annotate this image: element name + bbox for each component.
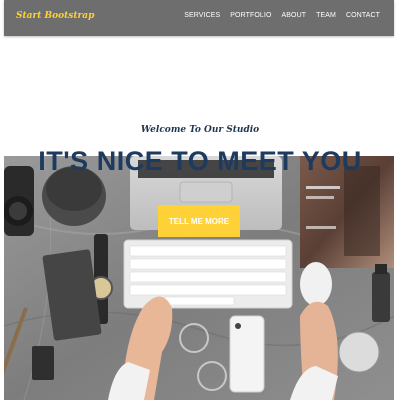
navbar: Start Bootstrap SERVICES PORTFOLIO ABOUT… xyxy=(4,0,394,36)
hero-subheading: Welcome To Our Studio xyxy=(140,125,260,135)
nav-link-team[interactable]: TEAM xyxy=(316,12,336,19)
nav-link-contact[interactable]: CONTACT xyxy=(346,12,380,19)
nav-link-portfolio[interactable]: PORTFOLIO xyxy=(230,12,271,19)
nav-links: SERVICES PORTFOLIO ABOUT TEAM CONTACT xyxy=(184,12,380,19)
brand-logo[interactable]: Start Bootstrap xyxy=(16,11,94,21)
nav-link-about[interactable]: ABOUT xyxy=(282,12,307,19)
tell-me-more-button[interactable]: TELL ME MORE xyxy=(158,205,240,237)
hero-background-image xyxy=(4,156,394,400)
hero-heading: IT'S NICE TO MEET YOU xyxy=(38,146,362,176)
page: Start Bootstrap SERVICES PORTFOLIO ABOUT… xyxy=(0,0,400,400)
nav-link-services[interactable]: SERVICES xyxy=(184,12,220,19)
